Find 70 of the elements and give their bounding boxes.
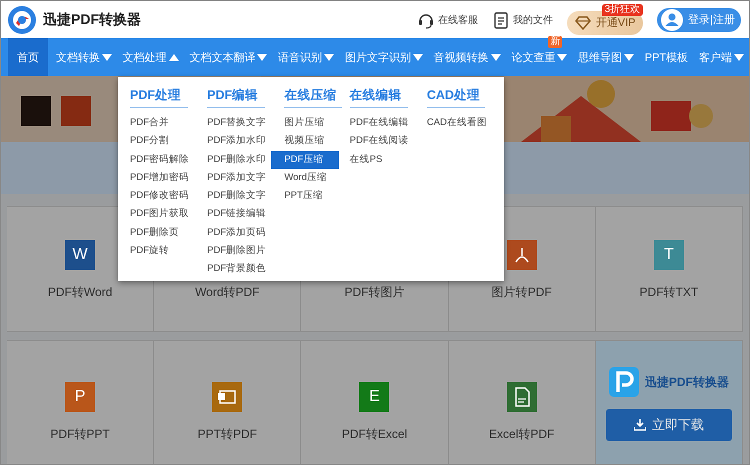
menu-item[interactable]: 在线PS [348,150,384,169]
menu-item[interactable]: PDF合并 [128,114,171,132]
menu-item[interactable]: PDF分割 [128,132,171,151]
document-icon [492,10,510,28]
nav-tab[interactable]: 首页 [8,38,48,76]
tool-card[interactable]: E PDF转Excel [301,340,449,464]
tool-label: PDF转TXT [640,284,698,301]
tool-label: PDF转PPT [50,426,110,443]
menu-item[interactable]: PDF删除水印 [205,150,268,169]
tool-label: PDF转图片 [344,284,404,301]
tool-label: PDF转Word [48,284,112,301]
nav-tab[interactable]: 论文查重 [508,49,570,65]
menu-heading: PDF编辑 [207,87,266,108]
download-button[interactable]: 立即下载 [606,409,732,441]
nav-tab[interactable]: 文档转换 [52,49,115,65]
logo-icon [7,4,37,34]
nav-tab[interactable]: 客户端 [696,49,747,65]
menu-item[interactable]: PDF背景颜色 [205,260,268,279]
menu-item[interactable]: PDF增加密码 [128,168,191,188]
letter-tile-icon: W [65,240,96,270]
menu-item[interactable]: PDF删除文字 [205,187,268,206]
menu-item[interactable]: 图片压缩 [282,114,326,132]
nav-tab[interactable]: PPT模板 [642,49,692,65]
tool-label: Word转PDF [195,284,260,301]
diamond-icon [574,16,591,30]
menu-item[interactable]: PDF链接编辑 [205,205,268,224]
menu-item[interactable]: PDF添加页码 [205,224,268,242]
menu-item[interactable]: PDF删除图片 [205,242,268,260]
menu-heading: 在线编辑 [350,87,408,108]
menu-item[interactable]: PDF在线编辑 [348,114,411,132]
tool-card[interactable]: PPT转PDF [154,340,302,464]
app-logo-icon [608,367,639,397]
tool-label: Excel转PDF [489,426,554,443]
menu-item[interactable]: PDF添加水印 [205,132,268,151]
menu-heading: 在线压缩 [284,87,342,108]
letter-tile-icon: T [654,240,684,270]
tool-label: 图片转PDF [492,284,552,301]
nav-tab[interactable]: 图片文字识别 [342,49,426,65]
letter-tile-icon: E [359,382,390,412]
letter-tile-icon: P [65,382,96,412]
nav-tab[interactable]: 文档文本翻译 [186,49,270,65]
tool-card[interactable]: Excel转PDF [448,340,596,464]
tool-label: PDF转Excel [342,426,408,443]
download-icon [634,419,646,431]
menu-item[interactable]: PDF在线阅读 [348,132,411,151]
app-name: 迅捷PDF转换器 [644,374,729,390]
promo-badge: 3折狂欢 [602,4,644,16]
new-badge: 新 [548,36,562,48]
menu-item[interactable]: PDF添加文字 [205,168,268,188]
nav-tab[interactable]: 思维导图 [575,49,637,65]
header-link[interactable]: 我的文件 [492,10,554,28]
tool-label: PPT转PDF [198,426,257,443]
tool-card[interactable]: P PDF转PPT [7,340,154,464]
app-name: 迅捷PDF转换器 [43,10,141,28]
nav-tab[interactable]: 音视频转换 [430,49,504,65]
menu-heading: PDF处理 [130,87,188,108]
menu-item[interactable]: PDF替换文字 [205,114,268,132]
menu-heading: CAD处理 [426,87,485,108]
tool-card[interactable]: T PDF转TXT [596,206,743,332]
menu-item[interactable]: PDF密码解除 [128,150,191,169]
nav-tab[interactable]: 文档处理 [120,49,182,65]
user-icon [661,8,684,30]
menu-item[interactable]: PDF压缩 [271,150,340,169]
menu-item[interactable]: 视频压缩 [282,132,326,151]
menu-item[interactable]: CAD在线看图 [424,114,489,132]
menu-item[interactable]: PDF修改密码 [128,187,191,206]
nav-tab[interactable]: 语音识别 [275,49,337,65]
menu-item[interactable]: Word压缩 [282,168,329,188]
menu-item[interactable]: PPT压缩 [282,187,325,206]
header-link[interactable]: 在线客服 [417,10,478,28]
